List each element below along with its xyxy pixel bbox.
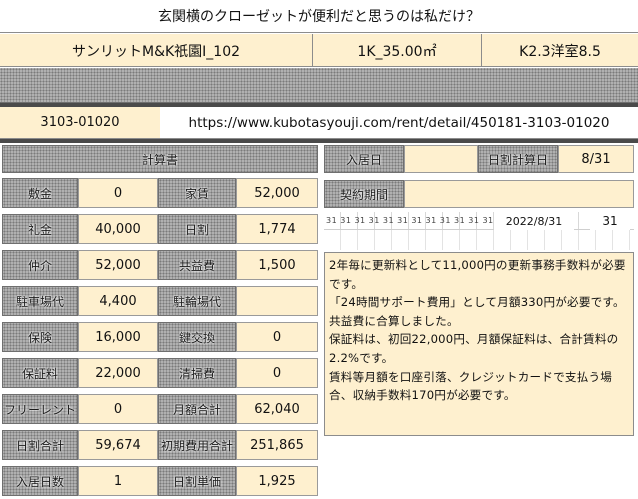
calc-row-9-label-left: 入居日数 <box>2 466 78 496</box>
calc-row-2-value-right[interactable]: 1,774 <box>236 214 318 244</box>
calc-row-7-label-left: フリーレント <box>2 394 78 424</box>
calc-row-7-value-right[interactable]: 62,040 <box>236 394 318 424</box>
calc-row-3-value-left[interactable]: 52,000 <box>78 250 158 280</box>
calc-row-5-label-left: 保険 <box>2 322 78 352</box>
calc-row-9-value-left[interactable]: 1 <box>78 466 158 496</box>
calc-row-9-value-right[interactable]: 1,925 <box>236 466 318 496</box>
calc-row-3-label-right: 共益費 <box>158 250 236 280</box>
listing-url[interactable]: https://www.kubotasyouji.com/rent/detail… <box>160 107 638 139</box>
calc-row-6-value-left[interactable]: 22,000 <box>78 358 158 388</box>
calendar-grid <box>324 230 634 250</box>
calc-row-1-value-left[interactable]: 0 <box>78 178 158 208</box>
calc-date-value[interactable]: 8/31 <box>558 145 634 173</box>
note-line: 「24時間サポート費用」として月額330円が必要です。共益費に合算しました。 <box>329 295 625 328</box>
calc-row-5-value-right[interactable]: 0 <box>236 322 318 352</box>
section-band <box>0 68 638 103</box>
calc-row-5-label-right: 鍵交換 <box>158 322 236 352</box>
calc-row-6-value-right[interactable]: 0 <box>236 358 318 388</box>
contract-label: 契約期間 <box>324 180 404 208</box>
move-in-label: 入居日 <box>324 145 404 173</box>
calc-header-label: 計算書 <box>141 152 178 167</box>
calc-row-7-label-right: 月額合計 <box>158 394 236 424</box>
calc-row-1-value-right[interactable]: 52,000 <box>236 178 318 208</box>
listing-id: 3103-01020 <box>0 107 160 139</box>
calc-row-2-label-left: 礼金 <box>2 214 78 244</box>
end-date: 2022/8/31 <box>494 212 574 230</box>
calc-row-4-label-left: 駐車場代 <box>2 286 78 316</box>
calc-row-6-label-left: 保証料 <box>2 358 78 388</box>
calc-row-4-value-left[interactable]: 4,400 <box>78 286 158 316</box>
calc-row-1-label-right: 家賃 <box>158 178 236 208</box>
calc-row-2-label-right: 日割 <box>158 214 236 244</box>
property-area: 1K_35.00㎡ <box>357 43 437 60</box>
notes-box: 2年毎に更新料として11,000円の更新事務手数料が必要です。 「24時間サポー… <box>324 252 634 436</box>
calc-date-label: 日割計算日 <box>478 145 558 173</box>
calc-row-2-value-left[interactable]: 40,000 <box>78 214 158 244</box>
end-date-days: 31 <box>590 212 630 230</box>
calc-row-8-label-left: 日割合計 <box>2 430 78 460</box>
note-line: 賃料等月額を口座引落、クレジットカードで支払う場合、収納手数料170円が必要です… <box>329 369 613 403</box>
divider <box>0 139 638 143</box>
calc-row-6-label-right: 清掃費 <box>158 358 236 388</box>
calc-row-1-label-left: 敷金 <box>2 178 78 208</box>
calc-row-8-label-right: 初期費用合計 <box>158 430 236 460</box>
calc-row-5-value-left[interactable]: 16,000 <box>78 322 158 352</box>
calc-row-8-value-right[interactable]: 251,865 <box>236 430 318 460</box>
calendar-strip: 31 31 31 31 31 31 31 31 31 31 31 31 31 <box>324 212 634 230</box>
property-name: サンリットM&K祇園Ⅰ_102 <box>71 43 241 60</box>
property-layout: K2.3洋室8.5 <box>519 43 601 60</box>
contract-value[interactable] <box>404 180 634 208</box>
note-line: 保証料は、初回22,000円、月額保証料は、合計賃料の2.2%です。 <box>329 332 619 365</box>
move-in-value[interactable] <box>404 145 478 173</box>
calc-row-3-label-left: 仲介 <box>2 250 78 280</box>
page-title: 玄関横のクローゼットが便利だと思うのは私だけ？ <box>0 0 638 33</box>
calc-row-4-label-right: 駐輪場代 <box>158 286 236 316</box>
calc-row-8-value-left[interactable]: 59,674 <box>78 430 158 460</box>
calc-row-3-value-right[interactable]: 1,500 <box>236 250 318 280</box>
note-line: 2年毎に更新料として11,000円の更新事務手数料が必要です。 <box>329 258 626 291</box>
calc-row-9-label-right: 日割単価 <box>158 466 236 496</box>
calc-row-4-value-right[interactable] <box>236 286 318 316</box>
calc-header: 計算書 <box>2 145 318 173</box>
calc-row-7-value-left[interactable]: 0 <box>78 394 158 424</box>
